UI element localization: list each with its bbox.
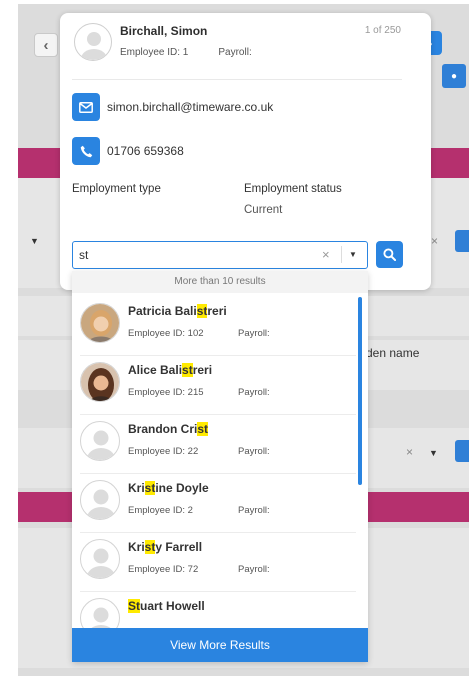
result-name: Stuart Howell <box>128 599 205 613</box>
search-match-highlight: st <box>196 304 208 318</box>
employment-type-label: Employment type <box>72 183 161 195</box>
result-meta: Employee ID: 102 Payroll: <box>128 328 328 339</box>
search-results-dropdown: More than 10 results Patricia Balistreri… <box>72 271 368 662</box>
employment-status-value: Current <box>244 204 283 216</box>
result-item[interactable]: Kristy Farrell Employee ID: 72 Payroll: <box>72 533 358 592</box>
add-icon: ● <box>442 64 466 88</box>
result-name: Patricia Balistreri <box>128 304 227 318</box>
search-match-highlight: st <box>144 481 156 495</box>
email-icon <box>72 93 100 121</box>
avatar <box>80 303 120 343</box>
background-label: den name <box>366 346 420 360</box>
email-link[interactable]: simon.birchall@timeware.co.uk <box>107 100 273 114</box>
phone-number[interactable]: 01706 659368 <box>107 144 184 158</box>
background-button <box>455 440 469 462</box>
result-employee-id: Employee ID: 72 <box>128 564 199 575</box>
results-count: More than 10 results <box>72 271 368 293</box>
search-match-highlight: st <box>144 540 156 554</box>
result-item[interactable]: Kristine Doyle Employee ID: 2 Payroll: <box>72 474 358 533</box>
chevron-down-icon: ▼ <box>429 448 438 458</box>
divider <box>341 246 342 263</box>
result-payroll: Payroll: <box>238 446 270 457</box>
result-item[interactable]: Alice Balistreri Employee ID: 215 Payroll: <box>72 356 358 415</box>
result-meta: Employee ID: 215 Payroll: <box>128 387 328 398</box>
result-meta: Employee ID: 72 Payroll: <box>128 564 328 575</box>
result-name: Kristy Farrell <box>128 540 202 554</box>
result-name: Kristine Doyle <box>128 481 209 495</box>
avatar <box>74 23 112 61</box>
result-employee-id: Employee ID: 2 <box>128 505 193 516</box>
chevron-down-icon: ▼ <box>30 236 39 246</box>
employee-name: Birchall, Simon <box>120 24 208 38</box>
user-icon <box>80 539 120 579</box>
result-meta: Employee ID: 2 Payroll: <box>128 505 328 516</box>
result-meta: Employee ID: 22 Payroll: <box>128 446 328 457</box>
clear-icon[interactable]: × <box>322 247 330 262</box>
chevron-left-icon: ‹ <box>43 36 49 54</box>
user-icon <box>80 421 120 461</box>
background-button <box>455 230 469 252</box>
email-row[interactable]: simon.birchall@timeware.co.uk <box>72 93 273 121</box>
result-name-text: uart Howell <box>140 599 205 613</box>
search-input[interactable] <box>79 245 309 265</box>
result-name-text: Alice Bali <box>128 363 183 377</box>
result-name: Brandon Crist <box>128 422 209 436</box>
result-item[interactable]: Patricia Balistreri Employee ID: 102 Payro… <box>72 297 358 356</box>
result-payroll: Payroll: <box>238 387 270 398</box>
result-name-text: ine Doyle <box>155 481 209 495</box>
employee-id: Employee ID: 1 <box>120 47 189 58</box>
employee-payroll: Payroll: <box>218 47 252 58</box>
result-employee-id: Employee ID: 215 <box>128 387 204 398</box>
result-payroll: Payroll: <box>238 505 270 516</box>
employee-search[interactable]: × ▼ <box>72 241 368 269</box>
result-name-text: reri <box>207 304 227 318</box>
result-item[interactable]: Brandon Crist Employee ID: 22 Payroll: <box>72 415 358 474</box>
result-name-text: Brandon Cri <box>128 422 198 436</box>
result-name-text: y Farrell <box>155 540 203 554</box>
employment-status-label: Employment status <box>244 183 342 195</box>
phone-icon <box>72 137 100 165</box>
user-icon <box>80 480 120 520</box>
result-name-text: Kri <box>128 481 145 495</box>
search-button[interactable] <box>376 241 403 268</box>
employee-meta: Employee ID: 1 Payroll: <box>120 47 320 58</box>
search-match-highlight: st <box>197 422 209 436</box>
view-more-results-button[interactable]: View More Results <box>72 628 368 662</box>
chevron-down-icon[interactable]: ▼ <box>349 250 357 259</box>
search-match-highlight: st <box>182 363 193 377</box>
search-match-highlight: St <box>128 599 140 613</box>
search-icon <box>383 248 396 261</box>
result-name: Alice Balistreri <box>128 363 212 377</box>
previous-employee-button[interactable]: ‹ <box>34 33 58 57</box>
close-icon: × <box>431 234 439 248</box>
result-employee-id: Employee ID: 22 <box>128 446 199 457</box>
avatar <box>80 362 120 402</box>
record-counter: 1 of 250 <box>364 25 401 36</box>
result-payroll: Payroll: <box>238 328 270 339</box>
results-scrollbar[interactable] <box>358 297 362 485</box>
close-icon: × <box>406 445 414 459</box>
result-payroll: Payroll: <box>238 564 270 575</box>
phone-row[interactable]: 01706 659368 <box>72 137 184 165</box>
divider <box>72 79 402 80</box>
result-name-text: Kri <box>128 540 145 554</box>
user-icon <box>81 32 107 60</box>
result-employee-id: Employee ID: 102 <box>128 328 204 339</box>
result-name-text: Patricia Bali <box>128 304 197 318</box>
result-name-text: reri <box>192 363 213 377</box>
